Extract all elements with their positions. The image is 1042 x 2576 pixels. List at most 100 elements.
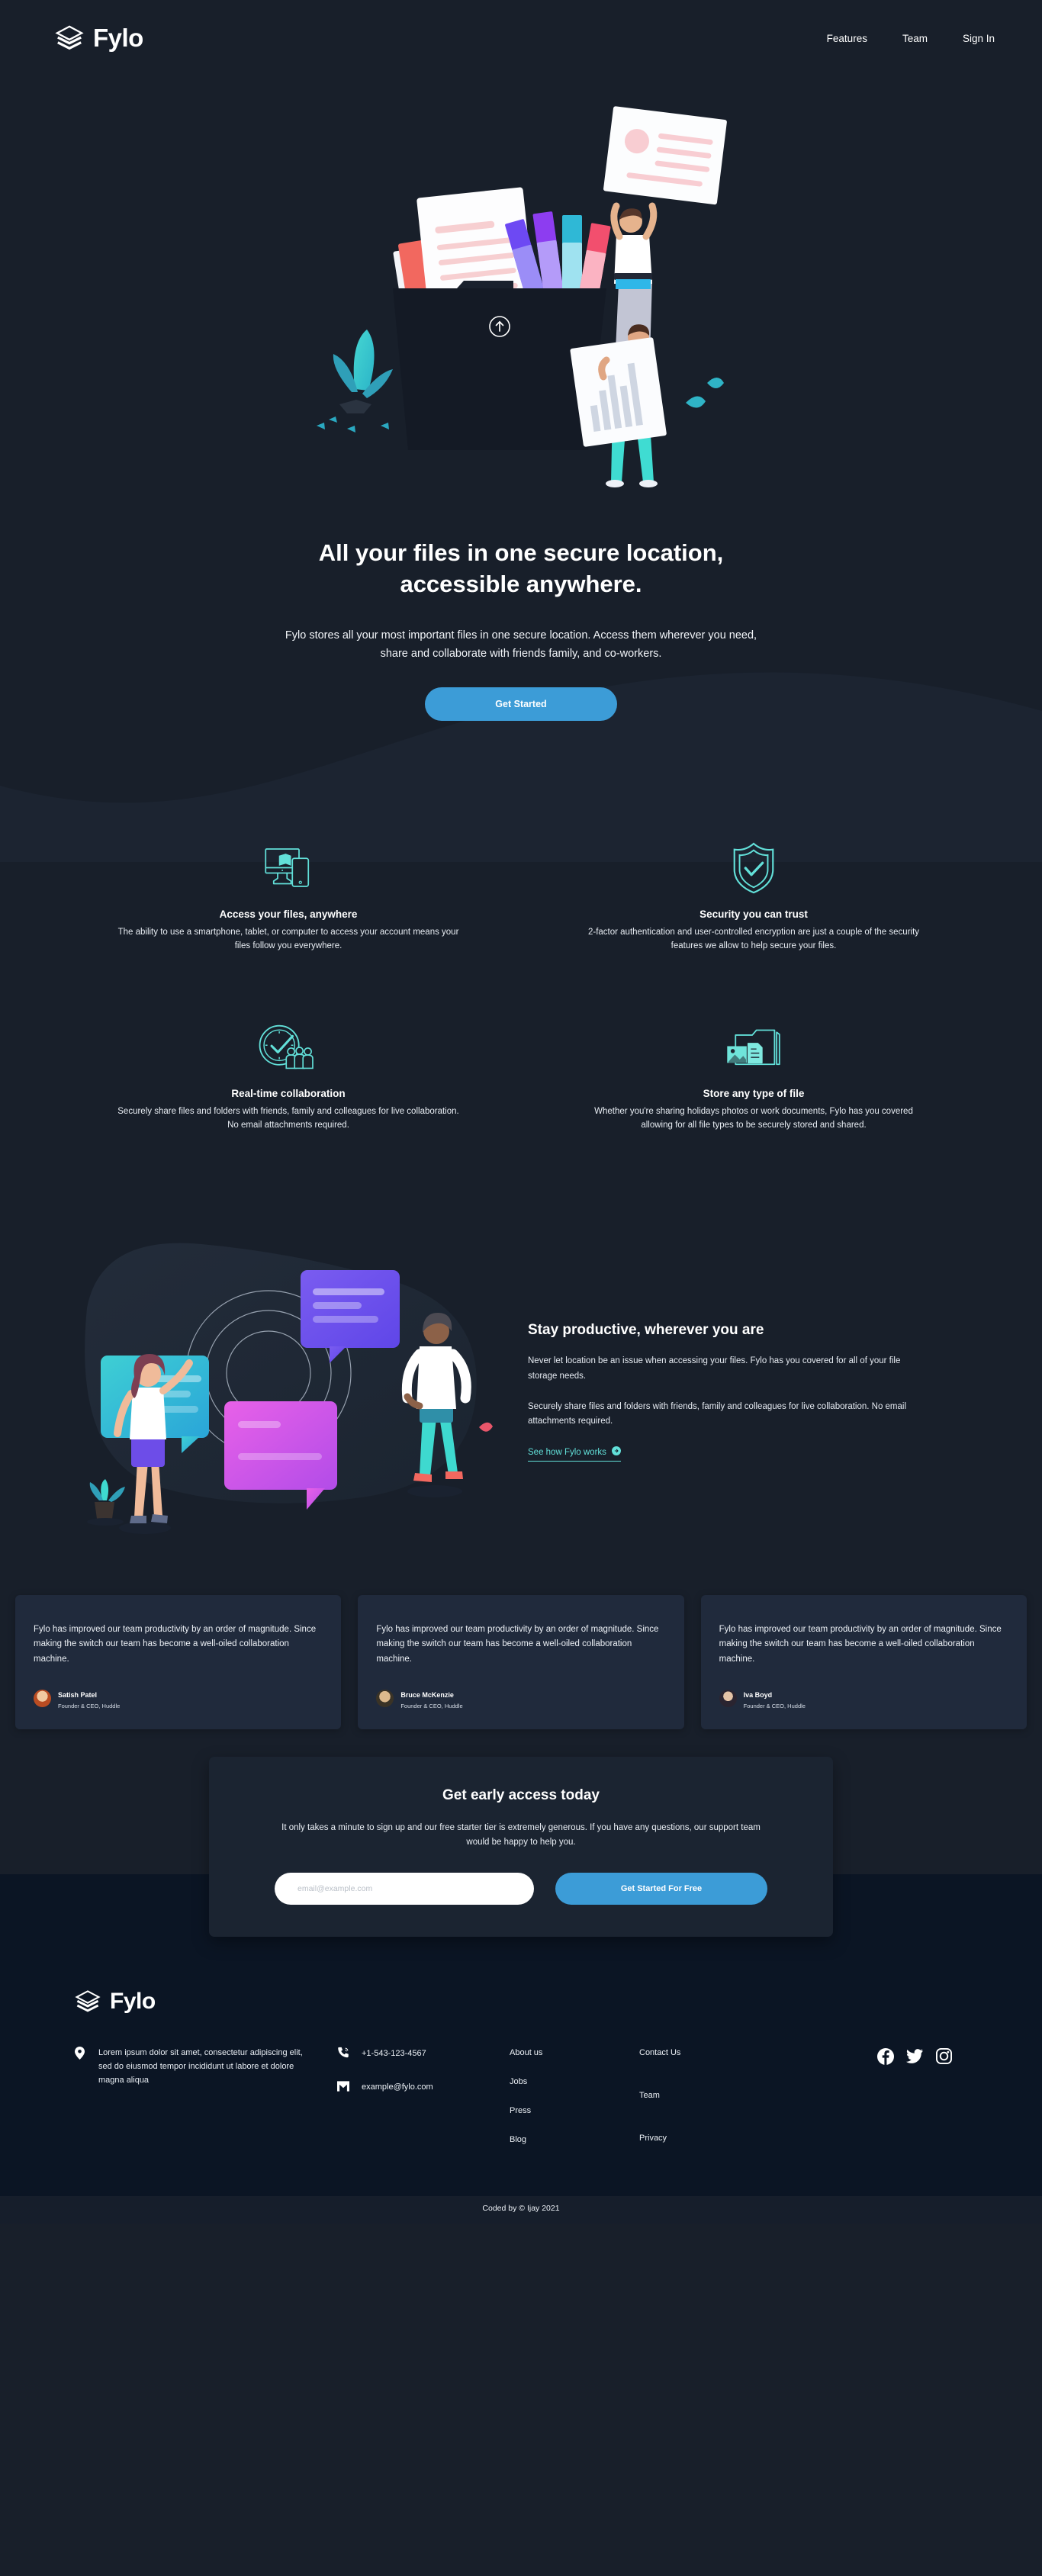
landing-page: Fylo Features Team Sign In All your file… (0, 0, 1042, 2224)
get-started-for-free-button[interactable]: Get Started For Free (555, 1872, 767, 1905)
location-pin-icon (75, 2046, 85, 2164)
early-access-card: Get early access today It only takes a m… (209, 1756, 833, 1937)
site-header: Fylo Features Team Sign In (0, 0, 1042, 76)
phone-icon (337, 2047, 349, 2061)
email-input[interactable] (275, 1872, 534, 1905)
mail-icon (337, 2081, 349, 2094)
testimonial-author: Iva Boyd Founder & CEO, Huddle (719, 1687, 1008, 1709)
footer-link-about-us[interactable]: About us (510, 2048, 616, 2057)
arrow-right-circle-icon (611, 1446, 621, 1458)
feature-description: Whether you're sharing holidays photos o… (594, 1107, 913, 1130)
author-role: Founder & CEO, Huddle (58, 1702, 121, 1709)
footer-link-contact-us[interactable]: Contact Us (639, 2048, 731, 2057)
testimonial-text: Fylo has improved our team productivity … (34, 1624, 317, 1664)
footer-links-column-2: Contact Us Team Privacy (616, 2047, 731, 2164)
hero-copy: All your files in one secure location, a… (0, 537, 1042, 722)
author-name: Satish Patel (58, 1690, 98, 1699)
facebook-icon[interactable] (877, 2047, 894, 2065)
author-name: Bruce McKenzie (400, 1690, 454, 1699)
footer-phone-row[interactable]: +1-543-123-4567 (337, 2047, 510, 2061)
early-access-description: It only takes a minute to sign up and ou… (281, 1822, 761, 1847)
stay-productive-section: Stay productive, wherever you are Never … (0, 1232, 1042, 1552)
footer-address-text: Lorem ipsum dolor sit amet, consectetur … (98, 2047, 303, 2085)
author-role: Founder & CEO, Huddle (400, 1702, 463, 1709)
section-title: Stay productive, wherever you are (528, 1322, 764, 1339)
nav-item-features[interactable]: Features (827, 33, 867, 44)
folder-files-icon (580, 1013, 927, 1074)
early-access-section: Get early access today It only takes a m… (0, 1756, 1042, 1972)
nav-item-sign-in[interactable]: Sign In (963, 33, 995, 44)
see-how-fylo-works-link[interactable]: See how Fylo works (528, 1446, 621, 1462)
footer-link-team[interactable]: Team (639, 2091, 731, 2100)
twitter-icon[interactable] (906, 2048, 923, 2065)
author-role: Founder & CEO, Huddle (743, 1702, 806, 1709)
see-how-label: See how Fylo works (528, 1447, 606, 1457)
testimonial-author: Satish Patel Founder & CEO, Huddle (34, 1687, 323, 1709)
feature-title: Access your files, anywhere (219, 909, 358, 921)
productive-paragraph-1: Never let location be an issue when acce… (528, 1356, 901, 1381)
productive-illustration (85, 1243, 493, 1534)
hero-title-line1: All your files in one secure location, (318, 539, 724, 566)
feature-description: Securely share files and folders with fr… (117, 1107, 459, 1130)
get-started-button[interactable]: Get Started (425, 687, 617, 722)
feature-card-collaboration: Real-time collaboration Securely share f… (86, 1013, 490, 1133)
hero-subtitle: Fylo stores all your most important file… (285, 629, 757, 660)
testimonial-text: Fylo has improved our team productivity … (719, 1624, 1002, 1664)
footer-contact-block: +1-543-123-4567 example@fylo.com (304, 2047, 510, 2164)
footer-link-privacy[interactable]: Privacy (639, 2134, 731, 2143)
feature-card-store: Store any type of file Whether you're sh… (552, 1013, 956, 1133)
footer-columns: Lorem ipsum dolor sit amet, consectetur … (67, 2046, 975, 2196)
layers-icon (55, 24, 84, 53)
footer-link-blog[interactable]: Blog (510, 2135, 616, 2144)
early-access-title: Get early access today (442, 1786, 600, 1803)
testimonial-card: Fylo has improved our team productivity … (700, 1594, 1027, 1729)
feature-title: Security you can trust (699, 909, 808, 921)
feature-card-security: Security you can trust 2-factor authenti… (552, 834, 956, 954)
avatar (719, 1689, 737, 1707)
testimonial-author: Bruce McKenzie Founder & CEO, Huddle (376, 1687, 665, 1709)
footer-email-row[interactable]: example@fylo.com (337, 2081, 510, 2094)
hero-illustration (317, 106, 727, 487)
feature-card-access: Access your files, anywhere The ability … (86, 834, 490, 954)
footer-address-block: Lorem ipsum dolor sit amet, consectetur … (75, 2046, 304, 2164)
testimonial-card: Fylo has improved our team productivity … (15, 1594, 342, 1729)
avatar (34, 1689, 51, 1707)
feature-title: Real-time collaboration (231, 1088, 346, 1100)
signup-form: Get Started For Free (275, 1872, 767, 1905)
testimonial-card: Fylo has improved our team productivity … (358, 1594, 684, 1729)
layers-icon (75, 1989, 101, 2015)
brand-name: Fylo (110, 1988, 156, 2014)
main-nav: Features Team Sign In (827, 33, 995, 44)
plant-decoration (317, 330, 393, 433)
instagram-icon[interactable] (935, 2048, 952, 2065)
brand-logo[interactable]: Fylo (55, 24, 143, 53)
shield-check-icon (580, 834, 927, 895)
testimonials-grid: Fylo has improved our team productivity … (15, 1594, 1027, 1729)
avatar (376, 1689, 394, 1707)
hero-title-line2: accessible anywhere. (400, 571, 642, 598)
testimonials-section: “ Fylo has improved our team productivit… (0, 1593, 1042, 1729)
site-footer: Fylo Lorem ipsum dolor sit amet, consect… (0, 1971, 1042, 2224)
productive-copy: Stay productive, wherever you are Never … (520, 1322, 987, 1462)
footer-link-press[interactable]: Press (510, 2106, 616, 2115)
footer-links-column-1: About us Jobs Press Blog (510, 2047, 616, 2164)
footer-link-jobs[interactable]: Jobs (510, 2077, 616, 2086)
clock-collaboration-icon (115, 1013, 462, 1074)
author-name: Iva Boyd (743, 1690, 773, 1699)
page-title: All your files in one secure location, a… (246, 537, 796, 600)
footer-social-links (731, 2047, 975, 2164)
footer-logo[interactable]: Fylo (67, 1989, 975, 2015)
features-section: Access your files, anywhere The ability … (86, 834, 956, 1132)
nav-item-team[interactable]: Team (902, 33, 928, 44)
footer-phone: +1-543-123-4567 (362, 2049, 426, 2059)
brand-name: Fylo (93, 24, 143, 52)
feature-title: Store any type of file (703, 1088, 805, 1100)
feature-description: 2-factor authentication and user-control… (587, 928, 920, 951)
testimonial-text: Fylo has improved our team productivity … (376, 1624, 659, 1664)
hero-section: All your files in one secure location, a… (0, 84, 1042, 862)
feature-description: The ability to use a smartphone, tablet,… (117, 928, 459, 951)
access-anywhere-icon (115, 834, 462, 895)
productive-paragraph-2: Securely share files and folders with fr… (528, 1401, 907, 1426)
footer-email: example@fylo.com (362, 2082, 433, 2092)
attribution-text: Coded by © Ijay 2021 (0, 2195, 1042, 2224)
